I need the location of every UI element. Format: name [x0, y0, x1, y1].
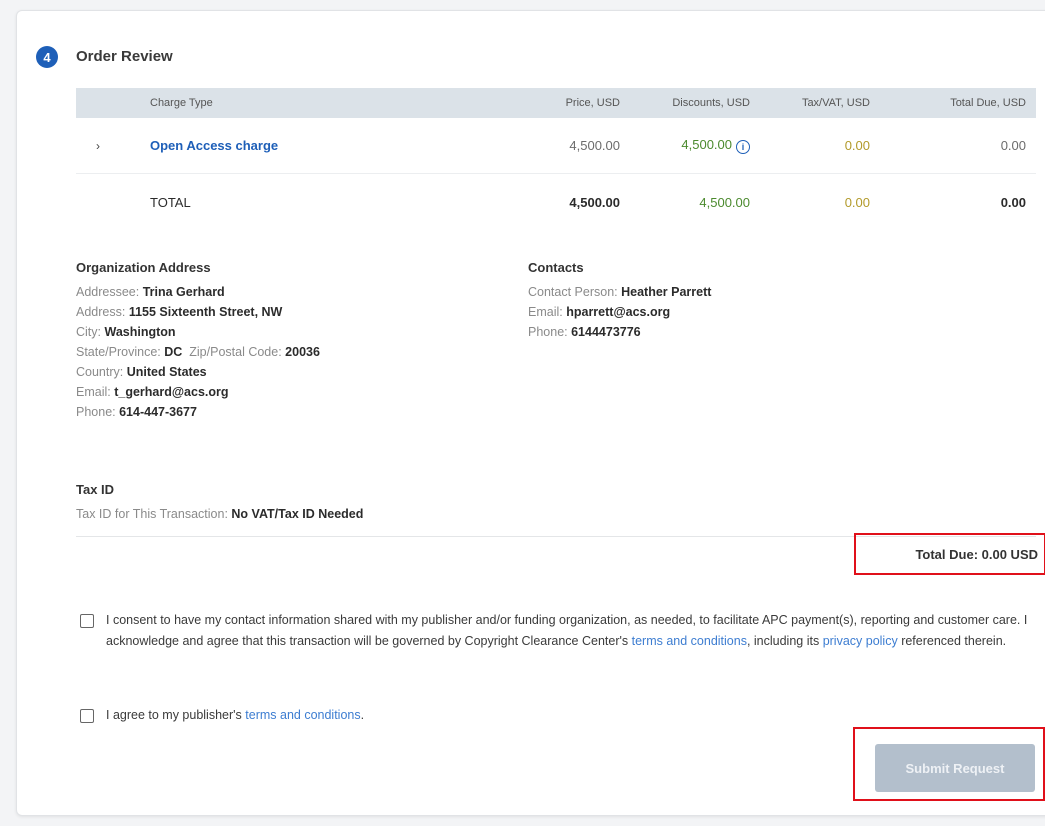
total-due-cell: 0.00	[1000, 194, 1026, 210]
table-header: Charge Type Price, USD Discounts, USD Ta…	[76, 88, 1036, 118]
publisher-terms-link[interactable]: terms and conditions	[245, 708, 360, 722]
header-price: Price, USD	[565, 97, 620, 109]
submit-request-button[interactable]: Submit Request	[875, 744, 1035, 792]
contacts-title: Contacts	[528, 260, 584, 275]
total-row: TOTAL 4,500.00 4,500.00 0.00 0.00	[76, 174, 1036, 230]
row-price: 4,500.00	[569, 138, 620, 153]
header-discounts: Discounts, USD	[672, 97, 750, 109]
header-total-due: Total Due, USD	[950, 97, 1026, 109]
chevron-right-icon[interactable]: ›	[96, 139, 100, 153]
step-number-badge: 4	[36, 46, 58, 68]
consent-checkbox[interactable]	[80, 614, 94, 628]
contact-phone-value: 6144473776	[571, 325, 641, 339]
row-tax: 0.00	[844, 138, 870, 153]
header-tax: Tax/VAT, USD	[801, 97, 870, 109]
contact-person-value: Heather Parrett	[621, 285, 712, 299]
country-value: United States	[126, 365, 207, 379]
tax-id: Tax ID Tax ID for This Transaction: No V…	[76, 480, 576, 524]
header-charge-type: Charge Type	[150, 97, 213, 109]
privacy-policy-link[interactable]: privacy policy	[823, 634, 898, 648]
total-discount: 4,500.00	[699, 194, 750, 210]
tax-id-value: No VAT/Tax ID Needed	[231, 507, 364, 521]
org-email-value: t_gerhard@acs.org	[114, 385, 229, 399]
total-tax: 0.00	[844, 194, 870, 210]
consent-text: I consent to have my contact information…	[106, 613, 1028, 648]
state-value: DC	[164, 345, 183, 359]
terms-and-conditions-link[interactable]: terms and conditions	[632, 634, 747, 648]
addressee-value: Trina Gerhard	[142, 285, 225, 299]
contact-email-value: hparrett@acs.org	[566, 305, 671, 319]
org-address-title: Organization Address	[76, 260, 211, 275]
open-access-charge-link[interactable]: Open Access charge	[150, 138, 278, 153]
contacts: Contacts Contact Person: Heather Parrett…	[528, 258, 948, 342]
total-price: 4,500.00	[569, 194, 620, 210]
organization-address: Organization Address Addressee: Trina Ge…	[76, 258, 496, 422]
section-title: Order Review	[76, 48, 173, 65]
tax-id-title: Tax ID	[76, 482, 115, 497]
zip-value: 20036	[285, 345, 320, 359]
address-value: 1155 Sixteenth Street, NW	[128, 305, 283, 319]
charges-table: Charge Type Price, USD Discounts, USD Ta…	[76, 88, 1036, 230]
table-row: › Open Access charge 4,500.00 4,500.00 i …	[76, 118, 1036, 174]
agree-row: I agree to my publisher's terms and cond…	[80, 705, 1030, 726]
info-icon[interactable]: i	[736, 140, 750, 154]
row-discount: 4,500.00	[681, 137, 732, 152]
row-total-due: 0.00	[1000, 138, 1026, 153]
org-phone-value: 614-447-3677	[119, 405, 197, 419]
city-value: Washington	[104, 325, 176, 339]
total-due-summary: Total Due: 0.00 USD	[854, 533, 1045, 575]
agree-text: I agree to my publisher's terms and cond…	[106, 708, 365, 722]
agree-checkbox[interactable]	[80, 709, 94, 723]
consent-row: I consent to have my contact information…	[80, 610, 1030, 652]
total-label: TOTAL	[150, 194, 191, 210]
